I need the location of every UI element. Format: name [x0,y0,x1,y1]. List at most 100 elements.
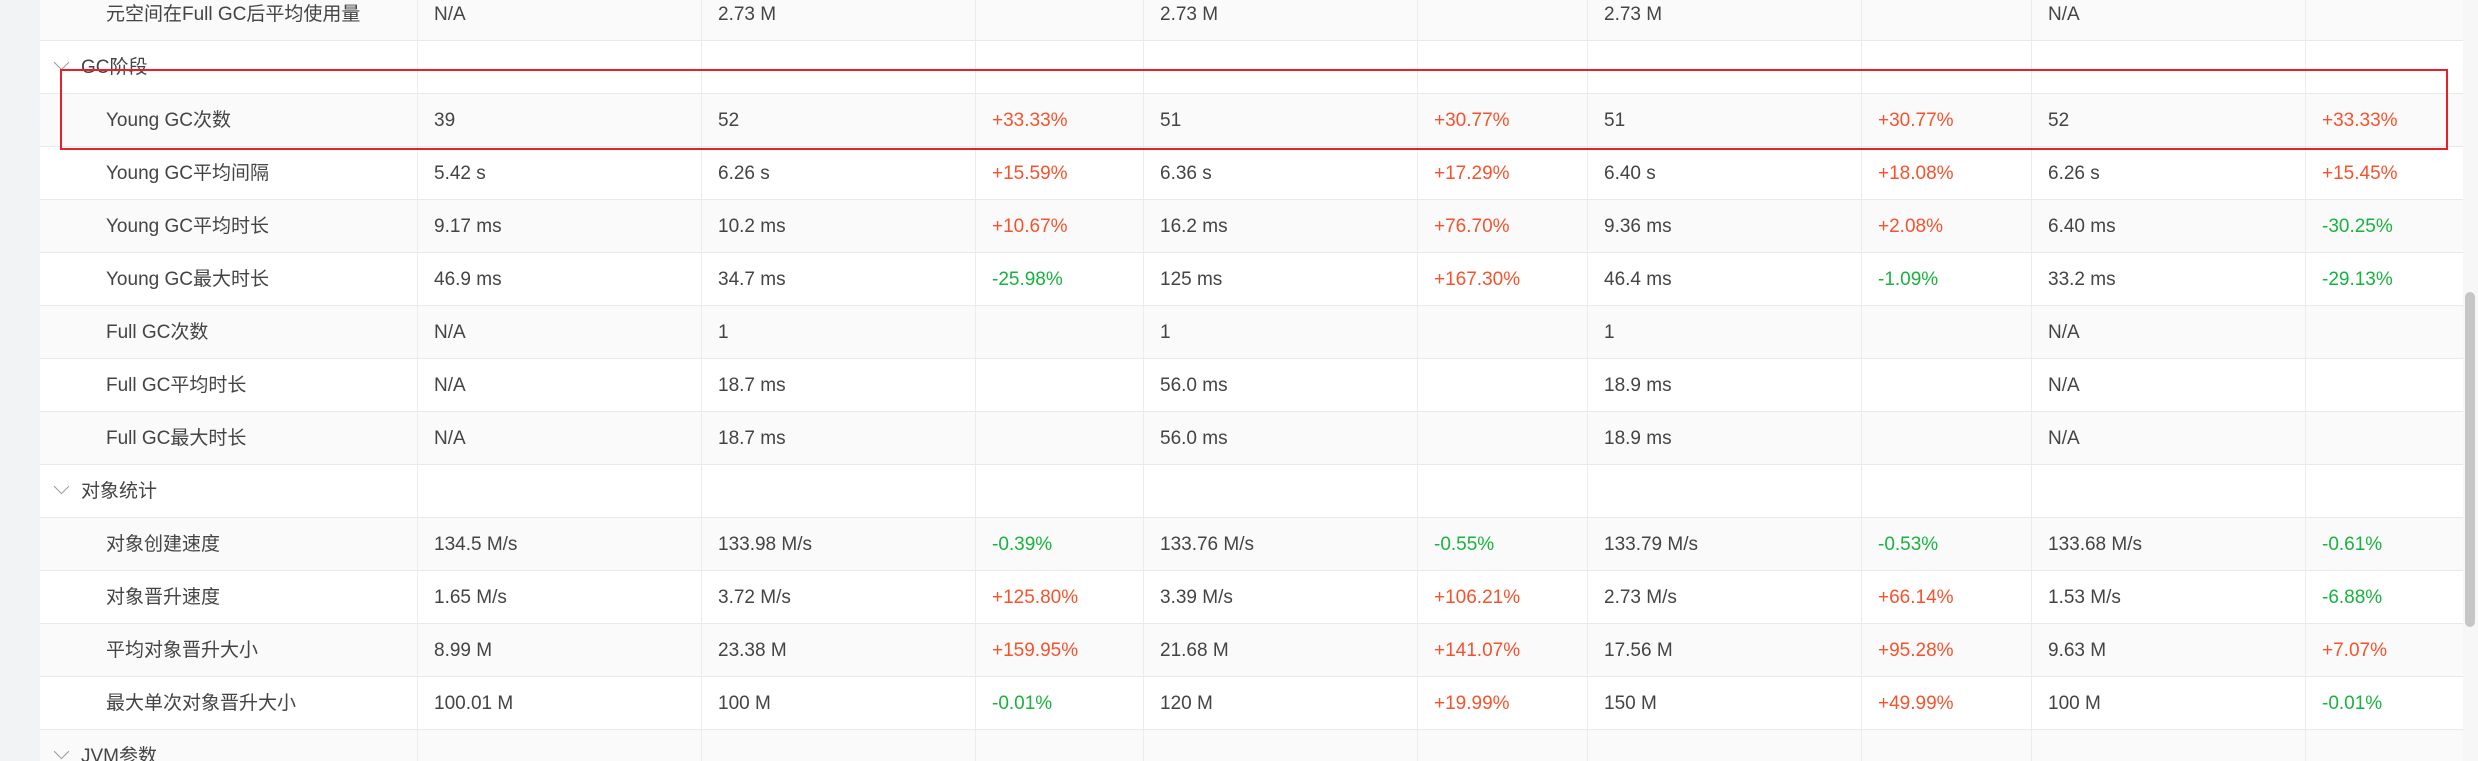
value-cell: 3.72 M/s [702,571,976,624]
value-cell: 18.7 ms [702,412,976,465]
value-cell: 6.26 s [702,147,976,200]
group-row[interactable]: GC阶段 [40,41,2465,94]
empty-cell [1418,465,1588,518]
chevron-down-icon[interactable] [53,478,70,495]
group-row[interactable]: JVM参数 [40,730,2465,761]
change-percent-cell: +19.99% [1418,677,1588,730]
value-cell: 8.99 M [418,624,702,677]
change-percent-cell: +15.59% [976,147,1144,200]
value-cell: 133.79 M/s [1588,518,1862,571]
group-label: GC阶段 [81,57,148,78]
change-percent-cell [976,359,1144,412]
change-percent-cell: +17.29% [1418,147,1588,200]
value-cell: 9.36 ms [1588,200,1862,253]
change-percent-cell [1418,306,1588,359]
metric-name: Full GC次数 [40,306,418,359]
empty-cell [1862,41,2032,94]
change-percent-cell: -0.39% [976,518,1144,571]
table-row: 元空间在Full GC后平均使用量 N/A 2.73 M 2.73 M 2.73 M N/… [40,0,2465,41]
change-percent-cell [976,306,1144,359]
group-header[interactable]: 对象统计 [40,465,418,518]
value-cell: 1 [702,306,976,359]
change-percent-cell: -0.01% [2322,693,2383,714]
value-cell: 9.17 ms [418,200,702,253]
value-cell: 2.73 M [1588,0,1862,41]
change-percent-cell: -1.09% [1862,253,2032,306]
value-cell: 100.01 M [418,677,702,730]
chevron-down-icon[interactable] [53,743,70,760]
empty-cell [976,465,1144,518]
value-cell: 133.76 M/s [1144,518,1418,571]
metric-label: Young GC平均时长 [106,216,269,237]
metric-name: Young GC平均间隔 [40,147,418,200]
value-cell: 3.39 M/s [1144,571,1418,624]
empty-cell [2306,465,2465,518]
value-cell: 6.36 s [1144,147,1418,200]
value-cell: 46.9 ms [418,253,702,306]
value-cell: 120 M [1144,677,1418,730]
chevron-down-icon[interactable] [53,54,70,71]
group-row[interactable]: 对象统计 [40,465,2465,518]
metric-name: 最大单次对象晋升大小 [40,677,418,730]
value-cell: 18.9 ms [1588,412,1862,465]
change-percent-cell: +10.67% [976,200,1144,253]
value-cell: 17.56 M [1588,624,1862,677]
metric-label: Full GC最大时长 [106,428,247,449]
empty-cell [1588,465,1862,518]
metric-label: Full GC平均时长 [106,375,247,396]
value-cell: 18.9 ms [1588,359,1862,412]
table-row: 最大单次对象晋升大小 100.01 M 100 M -0.01% 120 M +19.99… [40,677,2465,730]
empty-cell [418,465,702,518]
empty-cell [1144,730,1418,761]
change-percent-cell [1862,359,2032,412]
empty-cell [1418,41,1588,94]
empty-cell [976,41,1144,94]
value-cell: 2.73 M [702,0,976,41]
change-percent-cell: +159.95% [976,624,1144,677]
change-percent-cell: +30.77% [1862,94,2032,147]
empty-cell [1418,730,1588,761]
metric-name: Young GC次数 [40,94,418,147]
value-cell: 133.98 M/s [702,518,976,571]
value-cell: 5.42 s [418,147,702,200]
table-row: Full GC最大时长 N/A 18.7 ms 56.0 ms 18.9 ms N/A [40,412,2465,465]
value-cell: 34.7 ms [702,253,976,306]
change-percent-cell [1418,0,1588,41]
metric-name: 对象创建速度 [40,518,418,571]
change-percent-cell [1862,306,2032,359]
value-cell: N/A [418,0,702,41]
metric-label: 平均对象晋升大小 [106,640,259,661]
value-cell: 6.26 s [2032,147,2306,200]
value-cell: N/A [2032,0,2306,41]
metric-name: Full GC平均时长 [40,359,418,412]
empty-cell [2306,41,2465,94]
change-percent-cell: +2.08% [1862,200,2032,253]
change-percent-cell [1418,412,1588,465]
value-cell: N/A [2032,359,2306,412]
value-cell: N/A [2032,306,2306,359]
metric-name: 对象晋升速度 [40,571,418,624]
group-header[interactable]: JVM参数 [40,730,418,761]
value-cell: 39 [418,94,702,147]
scrollbar-thumb[interactable] [2465,292,2475,627]
value-cell: N/A [418,359,702,412]
change-percent-cell: +125.80% [976,571,1144,624]
empty-cell [1588,41,1862,94]
change-percent-cell: +30.77% [1418,94,1588,147]
metric-label: Full GC次数 [106,322,209,343]
change-percent-cell: +18.08% [1862,147,2032,200]
metric-name: Full GC最大时长 [40,412,418,465]
change-percent-cell: -25.98% [976,253,1144,306]
value-cell: 100 M [702,677,976,730]
value-cell: 2.73 M/s [1588,571,1862,624]
empty-cell [702,41,976,94]
empty-cell [2032,465,2306,518]
metric-label: Young GC平均间隔 [106,163,269,184]
metric-name: Young GC平均时长 [40,200,418,253]
value-cell: 56.0 ms [1144,359,1418,412]
value-cell: 23.38 M [702,624,976,677]
metric-label: 对象晋升速度 [106,587,221,608]
value-cell: 9.63 M [2032,624,2306,677]
gc-comparison-table: 元空间在Full GC后平均使用量 N/A 2.73 M 2.73 M 2.73 M N/… [40,0,2465,761]
group-header[interactable]: GC阶段 [40,41,418,94]
